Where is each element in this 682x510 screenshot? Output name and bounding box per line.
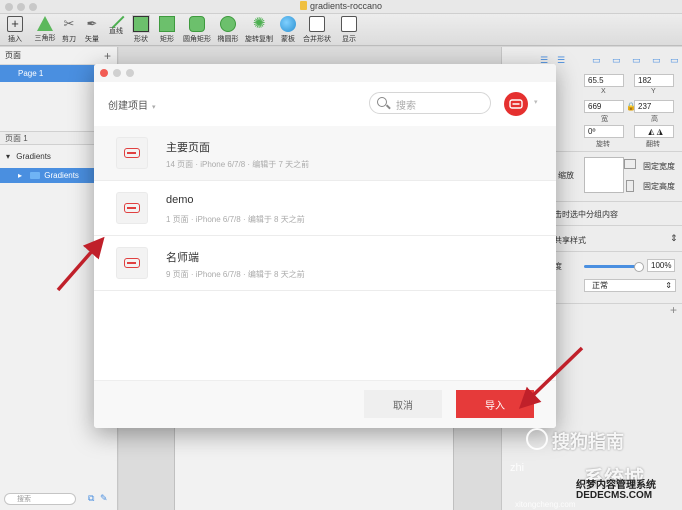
x-position-field[interactable]: 65.5 <box>584 74 624 87</box>
rotation-field[interactable]: 0º <box>584 125 624 138</box>
watermark-text: zhi <box>510 462 525 474</box>
view-button[interactable]: 显示 <box>334 16 364 44</box>
project-meta: 9 页面 · iPhone 6/7/8 · 编辑于 8 天之前 <box>166 270 305 279</box>
project-icon <box>116 137 148 169</box>
watermark-text: 搜狗指南 <box>552 432 624 452</box>
folder-icon <box>30 172 41 179</box>
mask-icon <box>280 16 296 32</box>
y-position-field[interactable]: 182 <box>634 74 674 87</box>
height-field[interactable]: 237 <box>634 100 674 113</box>
chevron-down-icon: ▾ <box>152 104 156 111</box>
opacity-slider[interactable] <box>584 262 644 272</box>
combine-icon <box>309 16 325 32</box>
distribute-icon[interactable]: ▭ <box>652 55 661 66</box>
watermark-text: xitongcheng.com <box>515 500 576 509</box>
add-style-icon[interactable]: + <box>670 303 677 317</box>
create-project-button[interactable]: 创建项目 ▾ <box>108 97 156 112</box>
shared-style-chevron-icon[interactable]: ⇕ <box>670 233 678 244</box>
title-bar: gradients-roccano <box>0 0 682 14</box>
dialog-close-icon[interactable] <box>100 69 108 77</box>
align-middle-icon[interactable]: ▭ <box>612 55 621 66</box>
project-import-dialog: 创建项目 ▾ 搜索 ▾ 主要页面 14 页面 · iPhone 6/7/8 · 编… <box>94 64 556 428</box>
watermark-logo-icon <box>526 428 548 450</box>
project-name: 主要页面 <box>166 142 210 154</box>
watermark-text: DEDECMS.COM <box>576 490 653 501</box>
insert-button[interactable]: + 插入 <box>0 16 30 44</box>
dialog-maximize-icon[interactable] <box>126 69 134 77</box>
scissors-icon: ✂ <box>63 16 75 31</box>
view-icon <box>341 16 357 32</box>
dialog-minimize-icon[interactable] <box>113 69 121 77</box>
rectangle-icon <box>159 16 175 32</box>
edit-icon[interactable]: ✎ <box>100 493 108 504</box>
add-page-icon[interactable]: + <box>104 47 111 65</box>
project-list: 主要页面 14 页面 · iPhone 6/7/8 · 编辑于 7 天之前 de… <box>94 126 556 291</box>
rotate-copy-button[interactable]: ✺ 旋转复制 <box>244 16 274 44</box>
list-item[interactable]: 主要页面 14 页面 · iPhone 6/7/8 · 编辑于 7 天之前 <box>94 126 556 181</box>
project-icon <box>116 192 148 224</box>
opacity-field[interactable]: 100% <box>647 259 675 272</box>
plus-icon: + <box>7 16 23 32</box>
dialog-title-bar <box>94 64 556 82</box>
resizing-constraints[interactable] <box>584 157 624 193</box>
shape-icon <box>132 15 150 33</box>
artboard[interactable] <box>174 427 454 510</box>
align-top-icon[interactable]: ▭ <box>592 55 601 66</box>
flip-buttons[interactable]: ◭ ◮ <box>634 125 674 138</box>
account-chevron-icon[interactable]: ▾ <box>534 98 538 106</box>
layer-search-input[interactable]: 搜索 <box>4 493 76 505</box>
cancel-button[interactable]: 取消 <box>364 390 442 418</box>
window-title: gradients-roccano <box>0 1 682 11</box>
triangle-icon <box>37 16 53 31</box>
disclosure-down-icon[interactable]: ▾ <box>6 152 10 161</box>
rounded-rectangle-icon <box>189 16 205 32</box>
vector-icon: ✒ <box>86 16 98 31</box>
width-field[interactable]: 669 <box>584 100 624 113</box>
flip-horizontal-icon[interactable]: ◭ <box>648 127 654 136</box>
project-search-input[interactable]: 搜索 <box>369 92 491 114</box>
dialog-header: 创建项目 ▾ 搜索 ▾ <box>94 82 556 126</box>
project-name: 名师端 <box>166 252 199 264</box>
list-item[interactable]: demo 1 页面 · iPhone 6/7/8 · 编辑于 8 天之前 <box>94 181 556 236</box>
oval-button[interactable]: 椭圆形 <box>213 16 243 44</box>
logo-icon <box>509 99 523 109</box>
distribute-vertical-icon[interactable]: ▭ <box>670 55 679 66</box>
project-icon <box>116 247 148 279</box>
rounded-rectangle-button[interactable]: 圆角矩形 <box>182 16 212 44</box>
blend-mode-select[interactable]: 正常 ⇕ <box>584 279 676 292</box>
align-bottom-icon[interactable]: ▭ <box>632 55 641 66</box>
avatar[interactable] <box>504 92 528 116</box>
align-center-icon[interactable]: ☰ <box>557 55 565 66</box>
project-meta: 14 页面 · iPhone 6/7/8 · 编辑于 7 天之前 <box>166 160 310 169</box>
search-icon <box>377 97 387 107</box>
chevron-updown-icon: ⇕ <box>665 281 672 290</box>
fixed-width-icon[interactable] <box>624 159 636 169</box>
copy-icon[interactable]: ⧉ <box>88 493 94 504</box>
fixed-height-icon[interactable] <box>626 180 634 192</box>
oval-icon <box>220 16 236 32</box>
pages-header: 页面 + <box>0 47 117 65</box>
watermark-text: 织梦内容管理系统 <box>576 480 656 491</box>
import-button[interactable]: 导入 <box>456 390 534 418</box>
disclosure-right-icon[interactable]: ▸ <box>18 171 22 180</box>
mask-button[interactable]: 蒙板 <box>273 16 303 44</box>
rectangle-button[interactable]: 矩形 <box>152 16 182 44</box>
list-item[interactable]: 名师端 9 页面 · iPhone 6/7/8 · 编辑于 8 天之前 <box>94 236 556 291</box>
project-meta: 1 页面 · iPhone 6/7/8 · 编辑于 8 天之前 <box>166 215 305 224</box>
flip-vertical-icon[interactable]: ◮ <box>657 127 663 136</box>
project-name: demo <box>166 194 194 206</box>
rotate-copy-icon: ✺ <box>252 15 266 32</box>
dialog-footer: 取消 导入 <box>94 380 556 428</box>
document-icon <box>299 1 307 10</box>
combine-button[interactable]: 合并形状 <box>302 16 332 44</box>
toolbar: + 插入 三角形 ✂ 剪刀 ✒ 矢量 直线 形状 矩形 圆角矩形 椭圆形 ✺ 旋转复制 … <box>0 11 682 46</box>
